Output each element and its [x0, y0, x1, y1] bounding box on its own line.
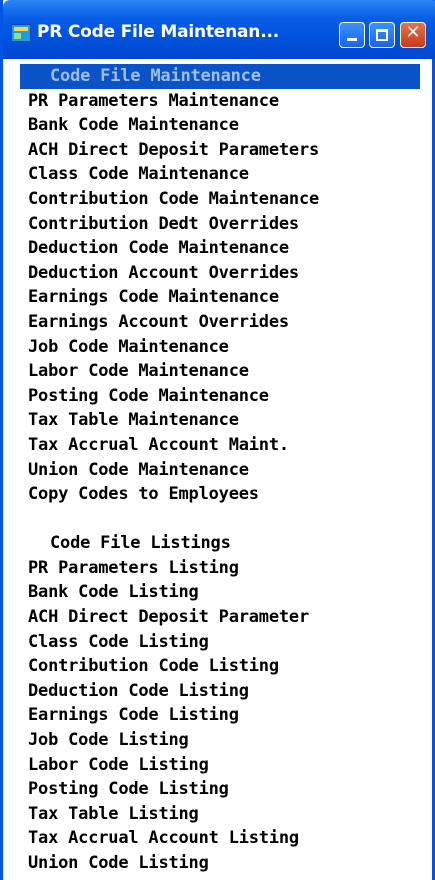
menu-spacer	[20, 507, 420, 532]
app-icon[interactable]	[11, 24, 31, 42]
menu-item-tax-table-listing[interactable]: Tax Table Listing	[20, 802, 420, 827]
menu-item-copy-codes-to-employees[interactable]: Copy Codes to Employees	[20, 482, 420, 507]
menu-item-earnings-account-overrides[interactable]: Earnings Account Overrides	[20, 310, 420, 335]
menu-item-pr-parameters-maintenance[interactable]: PR Parameters Maintenance	[20, 89, 420, 114]
menu-item-tax-accrual-account-listing[interactable]: Tax Accrual Account Listing	[20, 826, 420, 851]
close-button[interactable]: ✕	[400, 22, 426, 48]
menu-item-ach-direct-deposit-parameter[interactable]: ACH Direct Deposit Parameter	[20, 605, 420, 630]
menu-item-earnings-code-listing[interactable]: Earnings Code Listing	[20, 703, 420, 728]
menu-item-union-code-maintenance[interactable]: Union Code Maintenance	[20, 458, 420, 483]
maximize-button[interactable]	[369, 22, 395, 48]
menu-item-deduction-code-maintenance[interactable]: Deduction Code Maintenance	[20, 236, 420, 261]
menu-item-deduction-code-listing[interactable]: Deduction Code Listing	[20, 679, 420, 704]
menu-item-posting-code-maintenance[interactable]: Posting Code Maintenance	[20, 384, 420, 409]
window-title: PR Code File Maintenan...	[37, 22, 279, 42]
menu-header-listings[interactable]: Code File Listings	[20, 531, 420, 556]
menu-item-ach-direct-deposit-parameters[interactable]: ACH Direct Deposit Parameters	[20, 138, 420, 163]
maximize-icon	[376, 29, 388, 41]
menu-item-deduction-account-overrides[interactable]: Deduction Account Overrides	[20, 261, 420, 286]
minimize-button[interactable]	[339, 22, 365, 48]
title-bar[interactable]: PR Code File Maintenan... ✕	[3, 0, 435, 59]
menu-item-contribution-dedt-overrides[interactable]: Contribution Dedt Overrides	[20, 212, 420, 237]
menu-item-bank-code-maintenance[interactable]: Bank Code Maintenance	[20, 113, 420, 138]
menu-item-pr-parameters-listing[interactable]: PR Parameters Listing	[20, 556, 420, 581]
menu-item-posting-code-listing[interactable]: Posting Code Listing	[20, 777, 420, 802]
menu-item-contribution-code-maintenance[interactable]: Contribution Code Maintenance	[20, 187, 420, 212]
menu-item-union-code-listing[interactable]: Union Code Listing	[20, 851, 420, 876]
close-icon: ✕	[405, 22, 421, 43]
menu-item-job-code-maintenance[interactable]: Job Code Maintenance	[20, 335, 420, 360]
menu-item-labor-code-maintenance[interactable]: Labor Code Maintenance	[20, 359, 420, 384]
code-file-window: PR Code File Maintenan... ✕ Code File Ma…	[0, 0, 435, 880]
menu-item-tax-table-maintenance[interactable]: Tax Table Maintenance	[20, 408, 420, 433]
menu-item-class-code-maintenance[interactable]: Class Code Maintenance	[20, 162, 420, 187]
menu-header-maintenance[interactable]: Code File Maintenance	[20, 64, 420, 89]
menu-item-tax-accrual-account-maint[interactable]: Tax Accrual Account Maint.	[20, 433, 420, 458]
menu-item-contribution-code-listing[interactable]: Contribution Code Listing	[20, 654, 420, 679]
menu-item-earnings-code-maintenance[interactable]: Earnings Code Maintenance	[20, 285, 420, 310]
code-file-menu: Code File Maintenance PR Parameters Main…	[20, 64, 420, 876]
menu-item-bank-code-listing[interactable]: Bank Code Listing	[20, 580, 420, 605]
menu-item-job-code-listing[interactable]: Job Code Listing	[20, 728, 420, 753]
minimize-icon	[347, 38, 357, 41]
menu-item-labor-code-listing[interactable]: Labor Code Listing	[20, 753, 420, 778]
menu-item-class-code-listing[interactable]: Class Code Listing	[20, 630, 420, 655]
